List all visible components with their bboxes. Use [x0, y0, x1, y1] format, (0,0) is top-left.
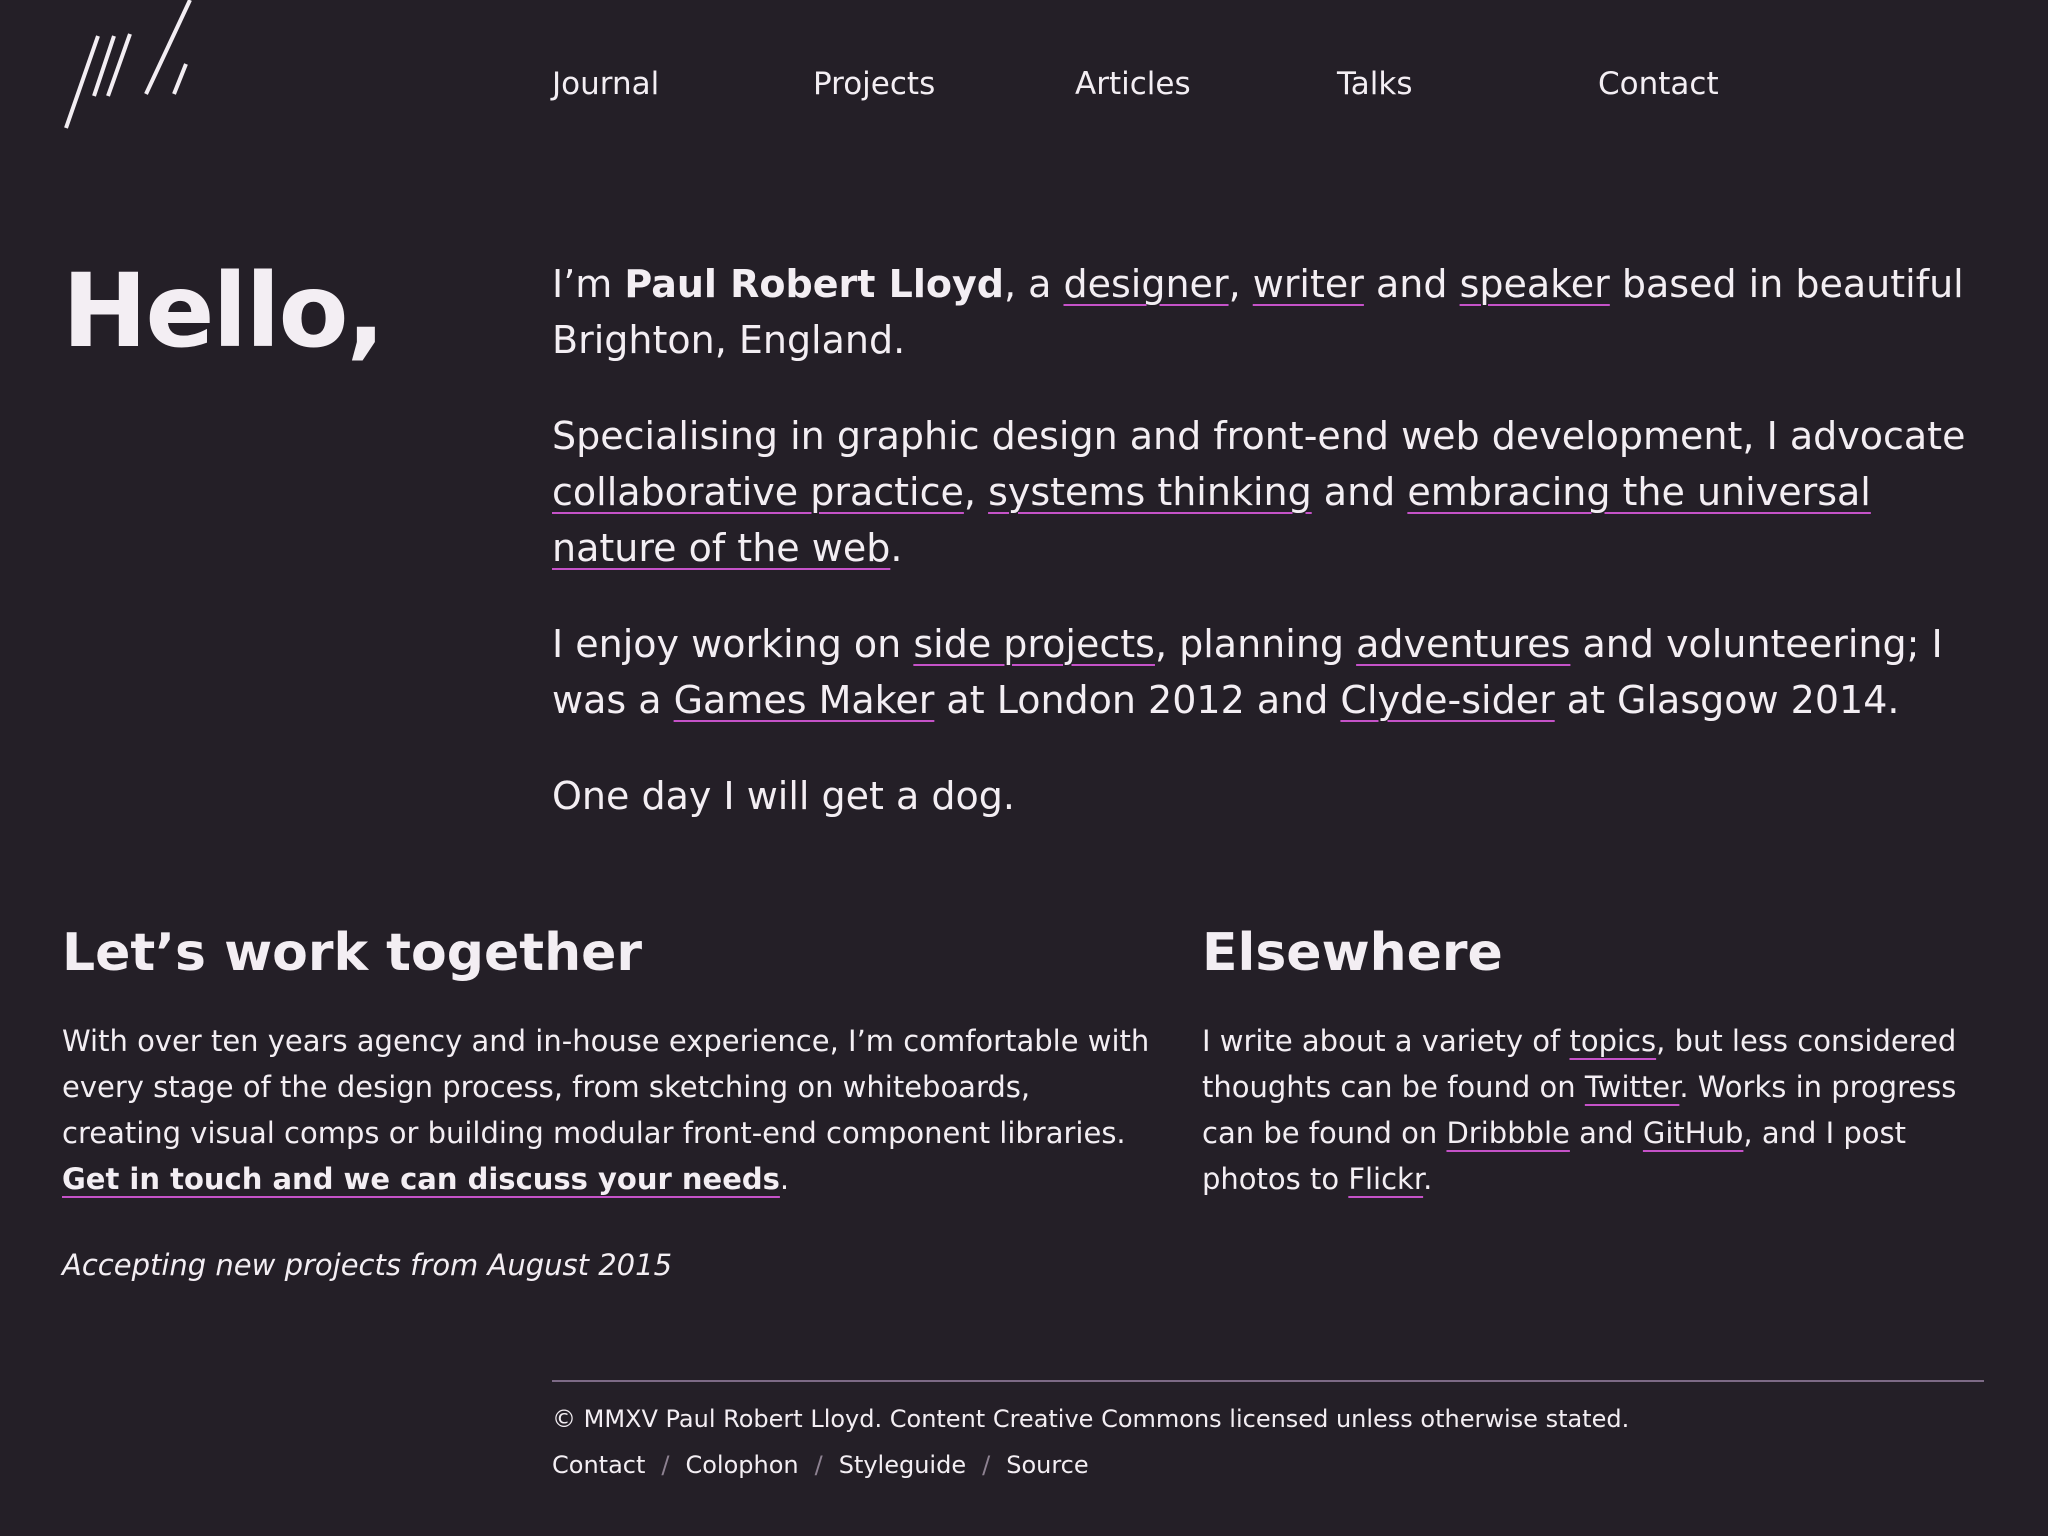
intro-text: ,	[963, 470, 989, 514]
author-name: Paul Robert Lloyd	[624, 262, 1004, 306]
speaker-link[interactable]: speaker	[1460, 262, 1610, 306]
elsewhere-text: .	[1423, 1162, 1433, 1196]
intro-text: , a	[1003, 262, 1064, 306]
work-together-section: Let’s work together With over ten years …	[62, 918, 1152, 1288]
games-maker-link[interactable]: Games Maker	[674, 678, 935, 722]
nav-contact[interactable]: Contact	[1598, 64, 1719, 104]
dribbble-link[interactable]: Dribbble	[1446, 1116, 1569, 1150]
footer-link-styleguide[interactable]: Styleguide	[839, 1451, 966, 1479]
nav-articles[interactable]: Articles	[1075, 64, 1191, 104]
intro-text: Specialising in graphic design and front…	[552, 414, 1966, 458]
site-footer: © MMXV Paul Robert Lloyd. Content Creati…	[552, 1380, 1984, 1482]
intro-paragraph-4: One day I will get a dog.	[552, 774, 1015, 818]
intro-section: I’m Paul Robert Lloyd, a designer, write…	[552, 256, 1972, 864]
footer-link-contact[interactable]: Contact	[552, 1451, 645, 1479]
nav-talks[interactable]: Talks	[1337, 64, 1413, 104]
page-title: Hello,	[62, 252, 385, 371]
work-heading: Let’s work together	[62, 923, 643, 983]
footer-separator: /	[982, 1451, 991, 1479]
intro-text: I enjoy working on	[552, 622, 914, 666]
elsewhere-body: I write about a variety of topics, but l…	[1202, 1018, 2002, 1202]
topics-link[interactable]: topics	[1569, 1024, 1656, 1058]
get-in-touch-link[interactable]: Get in touch and we can discuss your nee…	[62, 1162, 780, 1196]
intro-paragraph-2: Specialising in graphic design and front…	[552, 408, 1972, 576]
nav-journal[interactable]: Journal	[552, 64, 659, 104]
elsewhere-text: and	[1569, 1116, 1643, 1150]
side-projects-link[interactable]: side projects	[913, 622, 1155, 666]
availability-status: Accepting new projects from August 2015	[62, 1248, 673, 1282]
intro-text: .	[890, 526, 903, 570]
intro-text: ,	[1228, 262, 1253, 306]
github-link[interactable]: GitHub	[1643, 1116, 1744, 1150]
writer-link[interactable]: writer	[1253, 262, 1364, 306]
footer-link-source[interactable]: Source	[1006, 1451, 1088, 1479]
intro-text: , planning	[1154, 622, 1357, 666]
intro-paragraph-1: I’m Paul Robert Lloyd, a designer, write…	[552, 256, 1972, 368]
footer-separator: /	[661, 1451, 670, 1479]
collaborative-practice-link[interactable]: collaborative practice	[552, 470, 964, 514]
clyde-sider-link[interactable]: Clyde-sider	[1340, 678, 1554, 722]
work-body: With over ten years agency and in-house …	[62, 1018, 1152, 1202]
intro-text: I’m	[552, 262, 625, 306]
elsewhere-text: I write about a variety of	[1202, 1024, 1570, 1058]
logo-mark-icon	[64, 0, 192, 129]
designer-link[interactable]: designer	[1064, 262, 1229, 306]
copyright-notice: © MMXV Paul Robert Lloyd. Content Creati…	[552, 1405, 1630, 1433]
intro-text: and	[1311, 470, 1408, 514]
logo-link[interactable]	[62, 0, 202, 130]
adventures-link[interactable]: adventures	[1356, 622, 1570, 666]
intro-text: at Glasgow 2014.	[1554, 678, 1900, 722]
work-text: .	[779, 1162, 790, 1196]
nav-projects[interactable]: Projects	[813, 64, 935, 104]
elsewhere-section: Elsewhere I write about a variety of top…	[1202, 918, 2002, 1202]
work-text: With over ten years agency and in-house …	[62, 1024, 1150, 1150]
footer-link-colophon[interactable]: Colophon	[685, 1451, 798, 1479]
flickr-link[interactable]: Flickr	[1348, 1162, 1423, 1196]
intro-paragraph-3: I enjoy working on side projects, planni…	[552, 616, 1972, 728]
intro-text: at London 2012 and	[934, 678, 1341, 722]
intro-text: and	[1363, 262, 1460, 306]
twitter-link[interactable]: Twitter	[1585, 1070, 1680, 1104]
elsewhere-heading: Elsewhere	[1202, 923, 1503, 983]
footer-links: Contact / Colophon / Styleguide / Source	[552, 1448, 1984, 1482]
footer-separator: /	[814, 1451, 823, 1479]
systems-thinking-link[interactable]: systems thinking	[988, 470, 1312, 514]
